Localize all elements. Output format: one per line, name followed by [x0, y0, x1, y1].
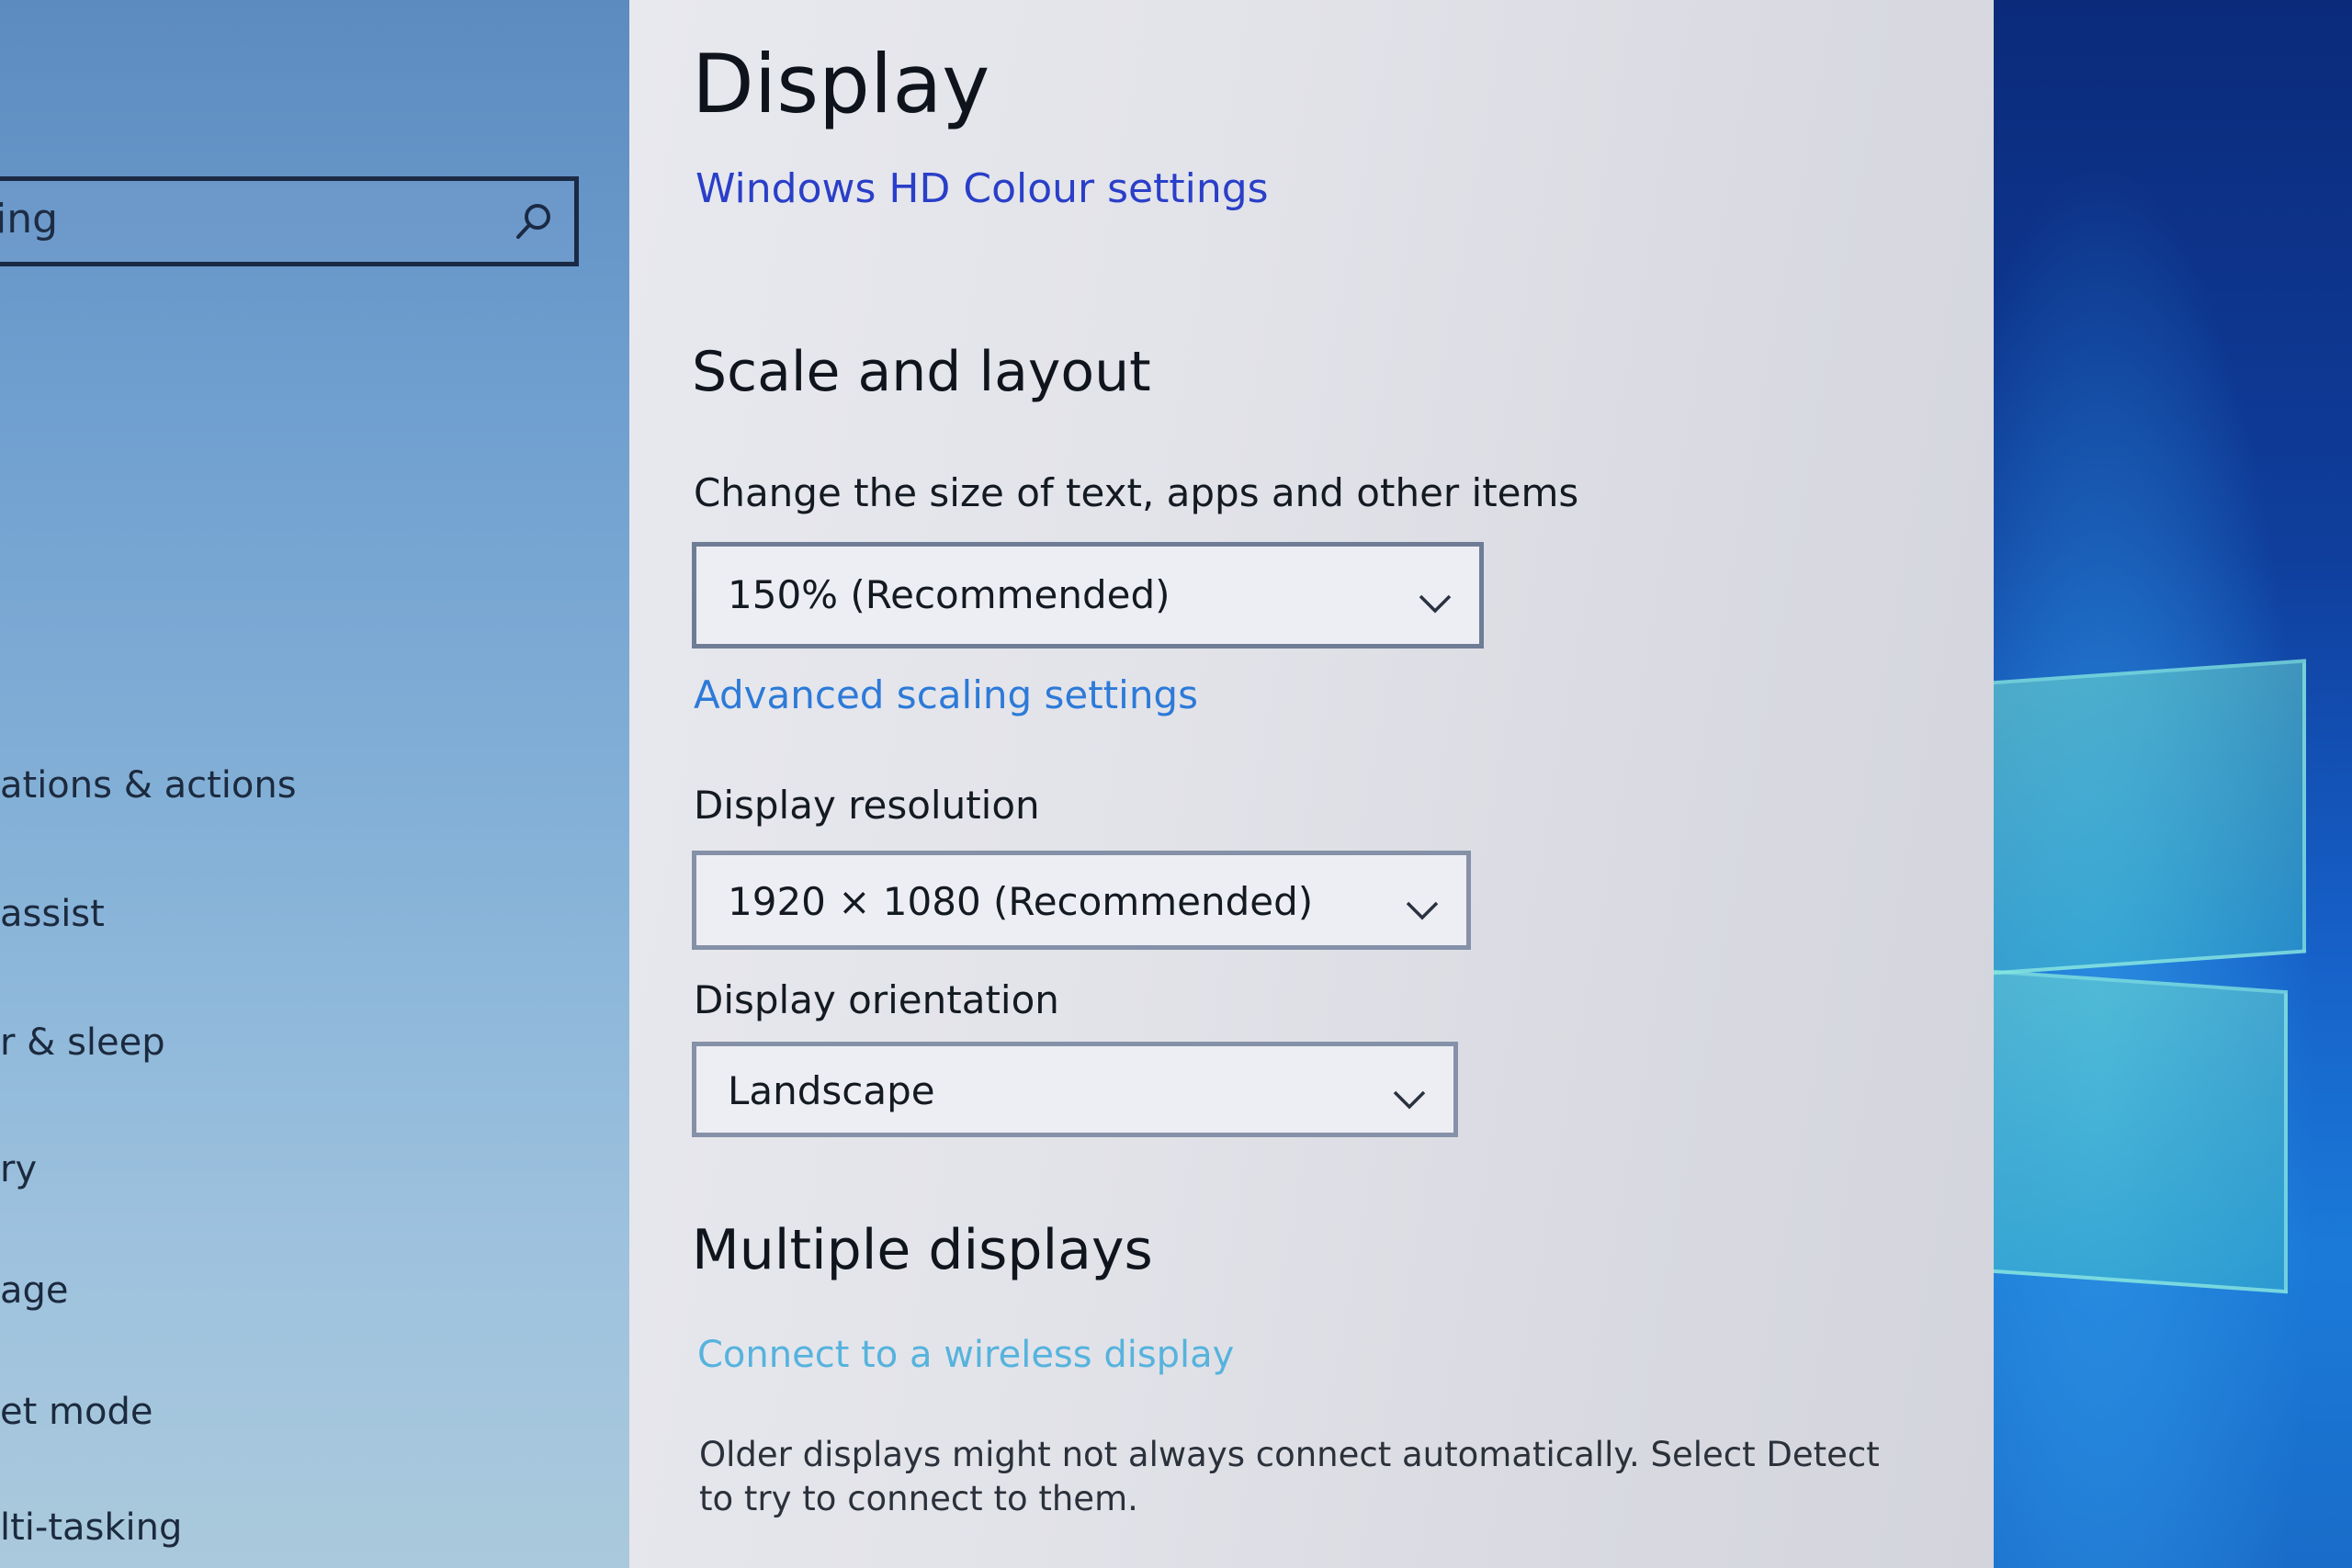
- sidebar-item-multitasking[interactable]: lti-tasking: [0, 1506, 182, 1549]
- sidebar-item-power-sleep[interactable]: r & sleep: [0, 1021, 165, 1064]
- multiple-displays-heading: Multiple displays: [692, 1218, 1153, 1282]
- chevron-down-icon: [1406, 901, 1439, 920]
- scale-dropdown-value: 150% (Recommended): [728, 572, 1170, 617]
- windows-logo-pane: [1994, 659, 2306, 976]
- display-orientation-label: Display orientation: [694, 977, 1059, 1022]
- scale-layout-heading: Scale and layout: [692, 340, 1151, 404]
- sidebar-item-notifications[interactable]: ations & actions: [0, 764, 297, 807]
- settings-sidebar: ing ations & actions assist r & sleep ry…: [0, 0, 629, 1568]
- hd-colour-settings-link[interactable]: Windows HD Colour settings: [695, 165, 1269, 212]
- sidebar-item-storage[interactable]: age: [0, 1269, 69, 1312]
- page-title: Display: [692, 37, 990, 131]
- search-input-value: ing: [0, 196, 59, 243]
- windows-logo-pane: [1994, 967, 2288, 1294]
- scale-dropdown[interactable]: 150% (Recommended): [692, 542, 1484, 649]
- sidebar-item-battery[interactable]: ry: [0, 1148, 37, 1190]
- search-input[interactable]: ing: [0, 176, 579, 266]
- search-icon[interactable]: [514, 201, 554, 242]
- resolution-dropdown[interactable]: 1920 × 1080 (Recommended): [692, 851, 1471, 950]
- advanced-scaling-link[interactable]: Advanced scaling settings: [694, 672, 1198, 717]
- display-resolution-label: Display resolution: [694, 783, 1040, 828]
- wireless-display-link[interactable]: Connect to a wireless display: [697, 1334, 1234, 1376]
- text-size-label: Change the size of text, apps and other …: [694, 470, 1579, 515]
- chevron-down-icon: [1419, 594, 1452, 614]
- screen: ing ations & actions assist r & sleep ry…: [0, 0, 2352, 1568]
- desktop-wallpaper: [1994, 0, 2352, 1568]
- orientation-dropdown[interactable]: Landscape: [692, 1042, 1458, 1137]
- sidebar-item-tablet-mode[interactable]: et mode: [0, 1391, 153, 1433]
- older-displays-description: Older displays might not always connect …: [699, 1435, 1880, 1518]
- chevron-down-icon: [1393, 1090, 1426, 1110]
- orientation-dropdown-value: Landscape: [728, 1068, 935, 1113]
- display-settings-panel: Display Windows HD Colour settings Scale…: [629, 0, 1994, 1568]
- sidebar-item-focus-assist[interactable]: assist: [0, 893, 105, 935]
- resolution-dropdown-value: 1920 × 1080 (Recommended): [728, 879, 1314, 924]
